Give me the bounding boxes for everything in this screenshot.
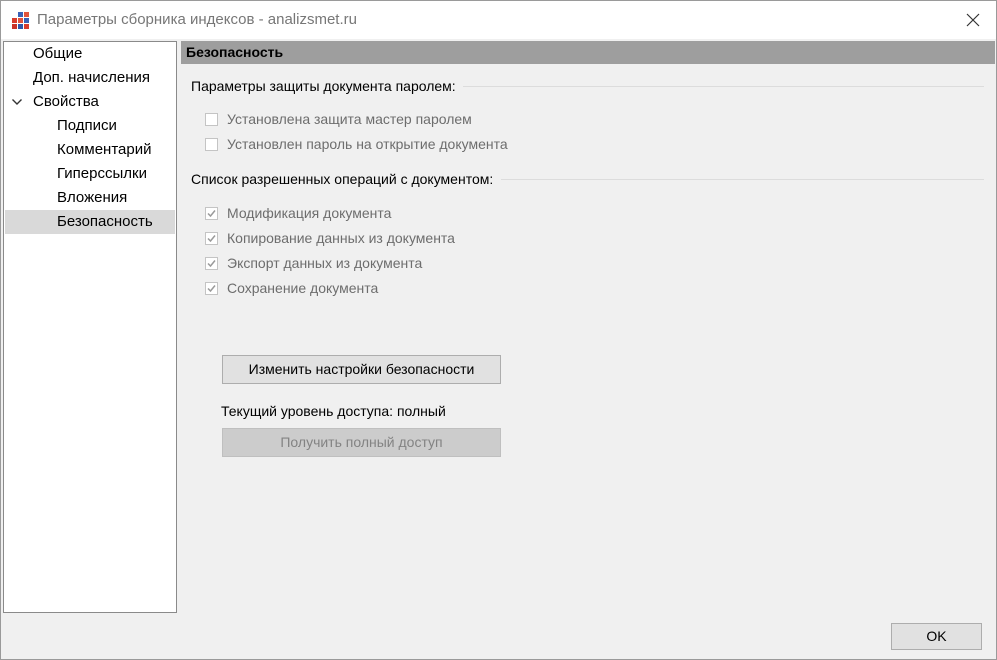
export-option: Экспорт данных из документа [205, 253, 422, 273]
modify-checkbox[interactable] [205, 206, 218, 220]
save-checkbox[interactable] [205, 281, 218, 295]
get-full-access-button[interactable]: Получить полный доступ [222, 428, 501, 457]
checkbox-label: Установлен пароль на открытие документа [227, 136, 508, 152]
copy-checkbox[interactable] [205, 231, 218, 245]
tree-item-label: Подписи [57, 117, 117, 134]
tree-item-attachments[interactable]: Вложения [5, 186, 175, 210]
tree-item-comment[interactable]: Комментарий [5, 138, 175, 162]
tree-item-general[interactable]: Общие [5, 42, 175, 66]
copy-option: Копирование данных из документа [205, 228, 455, 248]
tree-item-label: Доп. начисления [33, 69, 150, 86]
open-password-option: Установлен пароль на открытие документа [205, 134, 508, 154]
tree-item-label: Общие [33, 45, 83, 62]
tree-item-properties[interactable]: Свойства [5, 90, 175, 114]
access-level-text: Текущий уровень доступа: полный [221, 403, 446, 419]
tree-item-label: Комментарий [57, 141, 152, 158]
group-divider [463, 86, 984, 87]
settings-tree[interactable]: Общие Доп. начисления Свойства Подписи К… [3, 41, 177, 613]
window-title: Параметры сборника индексов - analizsmet… [37, 11, 357, 28]
chevron-down-icon[interactable] [11, 96, 23, 108]
title-bar: Параметры сборника индексов - analizsmet… [1, 1, 996, 39]
master-password-option: Установлена защита мастер паролем [205, 109, 472, 129]
tree-item-label: Свойства [33, 93, 99, 110]
checkmark-icon [207, 259, 216, 267]
save-option: Сохранение документа [205, 278, 378, 298]
checkbox-label: Экспорт данных из документа [227, 255, 423, 271]
checkbox-label: Установлена защита мастер паролем [227, 111, 472, 127]
tree-item-hyperlinks[interactable]: Гиперссылки [5, 162, 175, 186]
dialog-window: Параметры сборника индексов - analizsmet… [0, 0, 997, 660]
ok-button[interactable]: OK [891, 623, 982, 650]
master-password-checkbox[interactable] [205, 112, 218, 126]
modify-option: Модификация документа [205, 203, 391, 223]
group-divider [501, 179, 984, 180]
change-security-settings-button[interactable]: Изменить настройки безопасности [222, 355, 501, 384]
tree-item-security[interactable]: Безопасность [5, 210, 175, 234]
app-grid-icon [12, 12, 29, 29]
tree-item-signatures[interactable]: Подписи [5, 114, 175, 138]
tree-item-label: Вложения [57, 189, 128, 206]
tree-item-extra-charges[interactable]: Доп. начисления [5, 66, 175, 90]
open-password-checkbox[interactable] [205, 137, 218, 151]
checkbox-label: Копирование данных из документа [227, 230, 455, 246]
tree-item-label: Гиперссылки [57, 165, 147, 182]
operations-group-title: Список разрешенных операций с документом… [191, 171, 494, 187]
tree-item-label: Безопасность [57, 213, 153, 230]
close-button[interactable] [950, 1, 996, 39]
export-checkbox[interactable] [205, 256, 218, 270]
close-icon [966, 13, 980, 27]
checkmark-icon [207, 209, 216, 217]
checkmark-icon [207, 284, 216, 292]
dialog-footer [1, 613, 996, 659]
checkbox-label: Модификация документа [227, 205, 392, 221]
section-header: Безопасность [181, 41, 995, 64]
password-group-title: Параметры защиты документа паролем: [191, 78, 456, 94]
checkmark-icon [207, 234, 216, 242]
checkbox-label: Сохранение документа [227, 280, 379, 296]
content-panel: Безопасность Параметры защиты документа … [181, 41, 996, 613]
